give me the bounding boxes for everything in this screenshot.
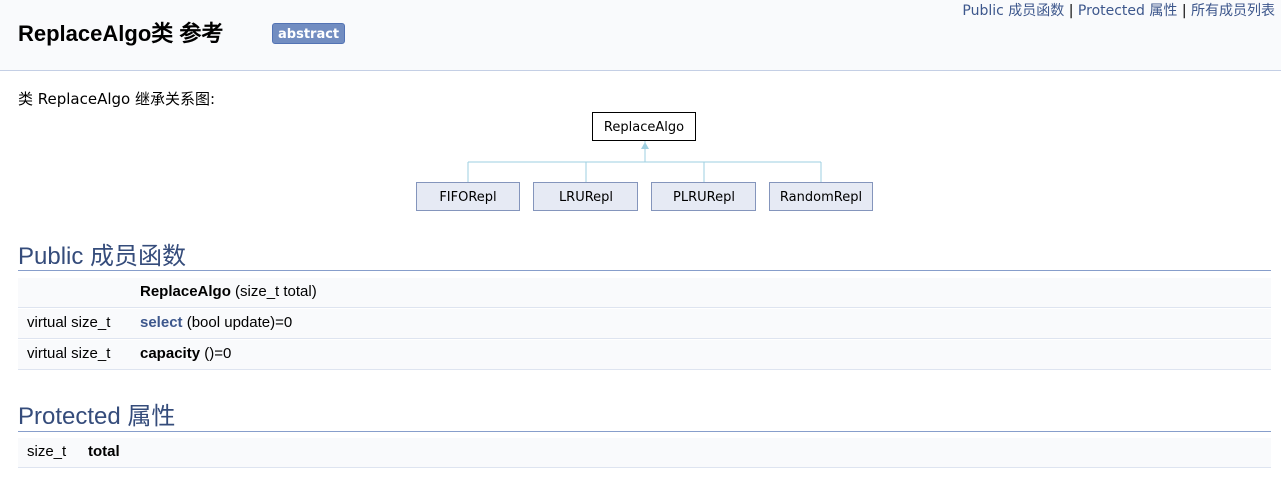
member-args: ()=0 [200,345,232,362]
svg-text:LRURepl: LRURepl [559,190,613,205]
page-header: Public 成员函数 | Protected 属性 | 所有成员列表 Repl… [0,0,1281,71]
separator: | [1177,3,1191,19]
abstract-badge: abstract [272,23,346,44]
member-row: virtual size_t capacity ()=0 [18,340,1271,370]
link-protected-attributes[interactable]: Protected 属性 [1078,3,1177,19]
member-name: ReplaceAlgo [140,283,231,300]
svg-text:RandomRepl: RandomRepl [780,190,862,205]
member-name: total [88,443,120,460]
member-args: (size_t total) [230,283,317,300]
inheritance-diagram: ReplaceAlgo FIFORepl LRURepl PLRURepl Ra… [416,112,873,211]
node-fiforepl[interactable]: FIFORepl [416,182,520,211]
section-heading-protected: Protected 属性 [18,403,176,430]
member-type: virtual size_t [27,314,111,331]
member-signature: capacity ()=0 [140,345,231,362]
link-all-members[interactable]: 所有成员列表 [1191,3,1275,19]
page-title: ReplaceAlgo类 参考 [18,21,224,46]
svg-text:PLRURepl: PLRURepl [673,190,735,205]
node-replacealgo: ReplaceAlgo [592,112,696,141]
member-row: ReplaceAlgo (size_t total) [18,278,1271,308]
inheritance-label: 类 ReplaceAlgo 继承关系图: [18,90,216,108]
node-randomrepl[interactable]: RandomRepl [769,182,873,211]
member-type: virtual size_t [27,345,111,362]
node-plrurepl[interactable]: PLRURepl [651,182,756,211]
member-row: size_t total [18,438,1271,468]
svg-text:ReplaceAlgo: ReplaceAlgo [604,120,684,135]
link-public-functions[interactable]: Public 成员函数 [962,3,1064,19]
section-heading-public: Public 成员函数 [18,243,187,270]
section-divider [18,431,1271,432]
summary-links: Public 成员函数 | Protected 属性 | 所有成员列表 [962,0,1275,20]
member-link-select[interactable]: select [140,314,183,331]
section-divider [18,270,1271,271]
member-signature: total [88,443,120,460]
arrow-head-icon [641,142,649,149]
member-signature: select (bool update)=0 [140,314,292,331]
svg-text:FIFORepl: FIFORepl [439,190,496,205]
member-row: virtual size_t select (bool update)=0 [18,309,1271,339]
member-args: (bool update)=0 [182,314,293,331]
member-signature: ReplaceAlgo (size_t total) [140,283,317,300]
node-lrurepl[interactable]: LRURepl [533,182,638,211]
separator: | [1064,3,1078,19]
member-type: size_t [27,443,67,460]
member-name: capacity [140,345,201,362]
